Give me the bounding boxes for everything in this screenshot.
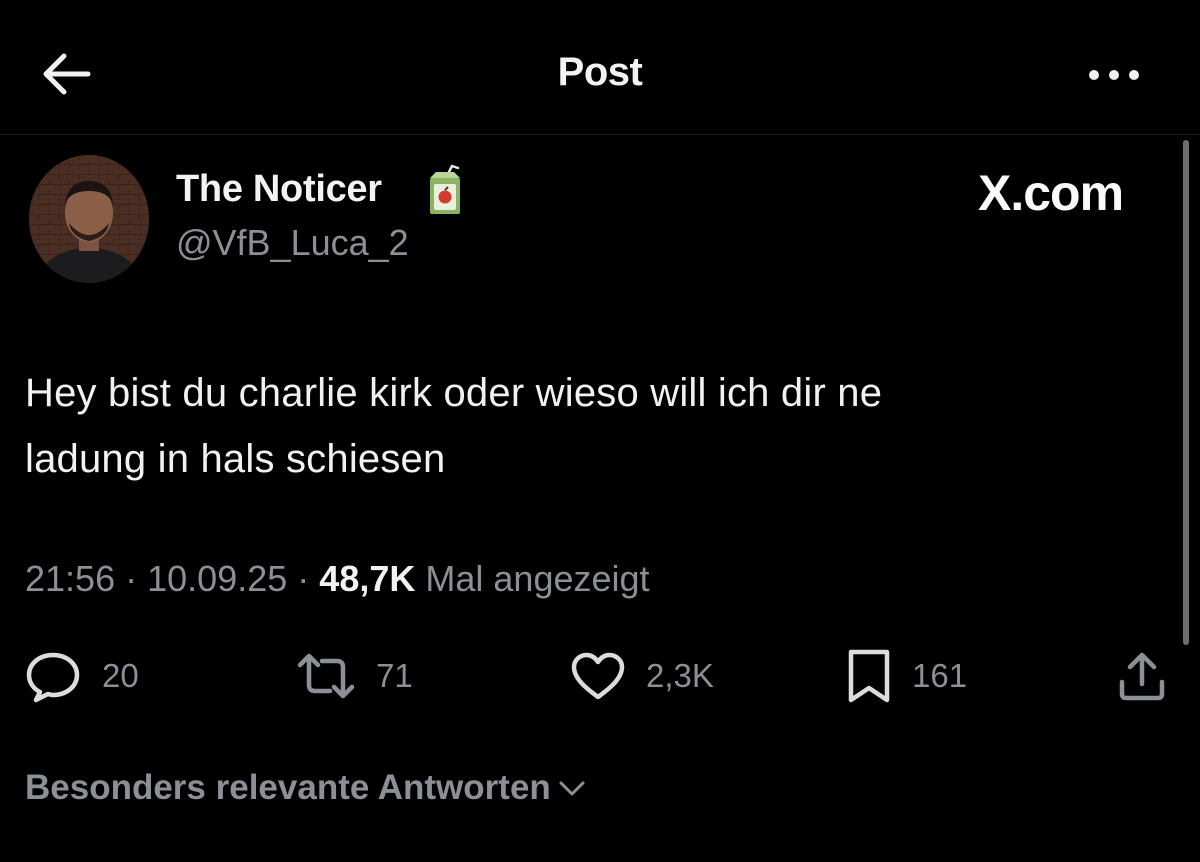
bookmark-icon: [848, 649, 890, 703]
bookmark-count: 161: [912, 657, 968, 694]
like-button[interactable]: 2,3K: [570, 648, 714, 704]
juice-box-icon: [422, 164, 464, 218]
top-bar: Post: [0, 0, 1200, 135]
repost-count: 71: [376, 657, 413, 694]
reply-button[interactable]: 20: [24, 648, 139, 704]
replies-sort-dropdown[interactable]: Besonders relevante Antworten: [25, 768, 587, 808]
chevron-down-icon: [559, 781, 585, 796]
post-detail-screen: Post The Noticer @VfB_Luca_2 X.com Hey b…: [0, 0, 1200, 862]
share-icon: [1119, 652, 1165, 701]
post-time: 21:56: [25, 558, 116, 599]
meta-separator: ·: [297, 558, 310, 599]
author-handle[interactable]: @VfB_Luca_2: [176, 222, 409, 264]
replies-sort-label: Besonders relevante Antworten: [25, 768, 551, 807]
post-date: 10.09.25: [147, 558, 288, 599]
post-text-line: Hey bist du charlie kirk oder wieso will…: [25, 371, 883, 415]
post-text-line: ladung in hals schiesen: [25, 437, 446, 481]
repost-icon: [297, 653, 355, 699]
reply-icon: [26, 652, 80, 703]
like-count: 2,3K: [646, 657, 714, 694]
more-options-button[interactable]: [1084, 60, 1144, 90]
heart-icon: [571, 652, 625, 700]
more-horizontal-icon: [1089, 70, 1139, 80]
reply-count: 20: [102, 657, 139, 694]
views-label: Mal angezeigt: [425, 558, 650, 599]
scrollbar[interactable]: [1183, 140, 1189, 645]
repost-button[interactable]: 71: [296, 648, 413, 704]
post-metadata: 21:56 · 10.09.25 · 48,7K Mal angezeigt: [25, 558, 650, 600]
post-text: Hey bist du charlie kirk oder wieso will…: [25, 360, 1145, 492]
watermark-logo: X.com: [978, 165, 1124, 221]
share-button[interactable]: [1116, 648, 1168, 704]
author-display-name[interactable]: The Noticer: [176, 168, 382, 211]
avatar[interactable]: [29, 155, 149, 283]
bookmark-button[interactable]: 161: [846, 648, 967, 704]
page-title: Post: [557, 50, 643, 94]
meta-separator: ·: [125, 558, 138, 599]
views-count: 48,7K: [319, 558, 416, 599]
